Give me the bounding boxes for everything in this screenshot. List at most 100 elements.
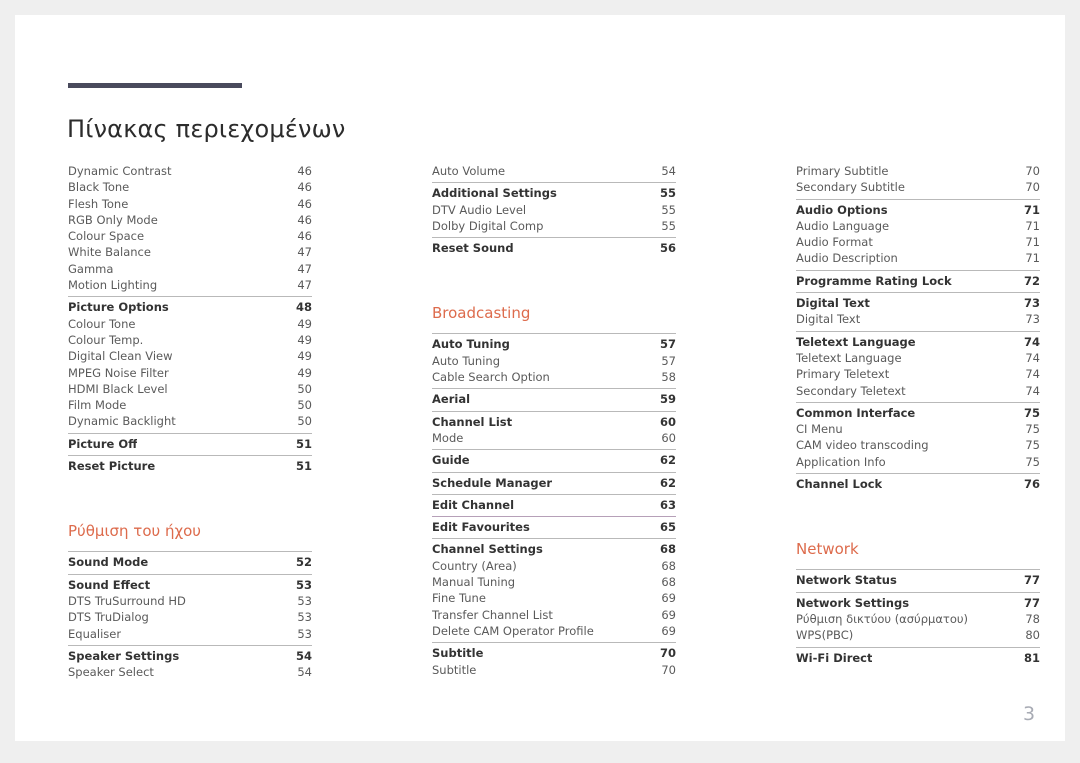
toc-entry[interactable]: DTS TruDialog 53 [68,609,312,625]
toc-entry[interactable]: Network Settings 77 [796,595,1040,611]
toc-entry[interactable]: Additional Settings 55 [432,185,676,201]
toc-entry[interactable]: Delete CAM Operator Profile 69 [432,623,676,639]
toc-entry[interactable]: Schedule Manager 62 [432,475,676,491]
toc-entry[interactable]: Auto Volume 54 [432,163,676,179]
toc-entry[interactable]: Edit Favourites 65 [432,519,676,535]
toc-entry[interactable]: Auto Tuning 57 [432,353,676,369]
toc-entry[interactable]: Audio Format 71 [796,234,1040,250]
toc-entry[interactable]: Motion Lighting 47 [68,277,312,293]
toc-entry-label: Dynamic Backlight [68,414,176,429]
toc-entry[interactable]: Application Info 75 [796,454,1040,470]
toc-entry[interactable]: Fine Tune 69 [432,590,676,606]
toc-group: Aerial 59 [432,388,676,410]
toc-column-3: Primary Subtitle 70 Secondary Subtitle 70 Au… [796,161,1040,669]
toc-entry[interactable]: Audio Options 71 [796,202,1040,218]
toc-entry-label: Colour Temp. [68,332,144,347]
toc-entry[interactable]: Sound Mode 52 [68,554,312,570]
toc-entry-label: Network Status [796,573,897,588]
toc-entry-label: Fine Tune [432,591,486,606]
toc-entry[interactable]: Reset Sound 56 [432,240,676,256]
toc-entry-page: 58 [661,370,676,385]
toc-entry[interactable]: Manual Tuning 68 [432,574,676,590]
toc-entry[interactable]: Primary Subtitle 70 [796,163,1040,179]
toc-entry[interactable]: Guide 62 [432,452,676,468]
toc-entry[interactable]: Gamma 47 [68,261,312,277]
toc-entry[interactable]: MPEG Noise Filter 49 [68,365,312,381]
toc-entry-page: 59 [659,392,676,407]
toc-entry[interactable]: White Balance 47 [68,244,312,260]
toc-entry[interactable]: Colour Tone 49 [68,316,312,332]
toc-entry[interactable]: Cable Search Option 58 [432,369,676,385]
toc-entry[interactable]: Picture Off 51 [68,436,312,452]
toc-entry-label: RGB Only Mode [68,212,158,227]
toc-entry-page: 74 [1025,383,1040,398]
toc-entry[interactable]: Dynamic Contrast 46 [68,163,312,179]
toc-entry[interactable]: Digital Clean View 49 [68,348,312,364]
toc-entry[interactable]: Transfer Channel List 69 [432,607,676,623]
toc-entry[interactable]: Wi-Fi Direct 81 [796,650,1040,666]
toc-entry[interactable]: Film Mode 50 [68,397,312,413]
toc-entry[interactable]: Auto Tuning 57 [432,336,676,352]
toc-entry-label: Ρύθμιση δικτύου (ασύρματου) [796,611,969,626]
toc-entry-page: 49 [297,316,312,331]
toc-entry[interactable]: Channel Lock 76 [796,476,1040,492]
toc-entry[interactable]: Common Interface 75 [796,405,1040,421]
toc-entry[interactable]: Programme Rating Lock 72 [796,273,1040,289]
toc-entry[interactable]: Digital Text 73 [796,311,1040,327]
toc-entry[interactable]: Colour Temp. 49 [68,332,312,348]
toc-entry[interactable]: CI Menu 75 [796,421,1040,437]
toc-entry[interactable]: Audio Description 71 [796,250,1040,266]
toc-entry[interactable]: Dynamic Backlight 50 [68,413,312,429]
toc-entry[interactable]: Secondary Teletext 74 [796,383,1040,399]
toc-entry[interactable]: Subtitle 70 [432,662,676,678]
toc-entry[interactable]: Reset Picture 51 [68,458,312,474]
toc-entry[interactable]: Network Status 77 [796,572,1040,588]
toc-entry-page: 49 [297,365,312,380]
toc-entry[interactable]: Secondary Subtitle 70 [796,179,1040,195]
toc-entry-page: 47 [297,261,312,276]
toc-entry[interactable]: Subtitle 70 [432,645,676,661]
toc-entry[interactable]: DTV Audio Level 55 [432,202,676,218]
toc-entry-page: 54 [297,665,312,680]
toc-entry[interactable]: CAM video transcoding 75 [796,437,1040,453]
toc-entry[interactable]: Channel List 60 [432,414,676,430]
toc-entry[interactable]: Picture Options 48 [68,299,312,315]
toc-group: Reset Sound 56 [432,237,676,259]
toc-entry-page: 77 [1023,573,1040,588]
toc-entry[interactable]: Speaker Select 54 [68,664,312,680]
toc-entry[interactable]: Audio Language 71 [796,218,1040,234]
toc-entry-page: 73 [1023,296,1040,311]
toc-entry[interactable]: Sound Effect 53 [68,577,312,593]
toc-entry[interactable]: Aerial 59 [432,391,676,407]
toc-entry[interactable]: DTS TruSurround HD 53 [68,593,312,609]
toc-entry[interactable]: Primary Teletext 74 [796,366,1040,382]
toc-entry-page: 74 [1025,350,1040,365]
toc-entry-label: Auto Tuning [432,337,510,352]
toc-entry-label: Common Interface [796,405,916,420]
toc-entry-label: Colour Tone [68,316,136,331]
toc-entry[interactable]: Dolby Digital Comp 55 [432,218,676,234]
toc-entry[interactable]: Colour Space 46 [68,228,312,244]
toc-entry[interactable]: Black Tone 46 [68,179,312,195]
toc-section-heading: Ρύθμιση του ήχου [68,522,201,541]
toc-entry[interactable]: Speaker Settings 54 [68,648,312,664]
toc-entry[interactable]: Teletext Language 74 [796,350,1040,366]
toc-entry-page: 53 [297,593,312,608]
toc-entry[interactable]: RGB Only Mode 46 [68,212,312,228]
toc-entry[interactable]: Edit Channel 63 [432,497,676,513]
toc-entry-label: CAM video transcoding [796,438,929,453]
toc-entry-page: 47 [297,245,312,260]
toc-group: Network Settings 77 Ρύθμιση δικτύου (ασύρμ… [796,591,1040,647]
toc-entry[interactable]: Mode 60 [432,430,676,446]
toc-entry[interactable]: Flesh Tone 46 [68,196,312,212]
toc-entry[interactable]: Channel Settings 68 [432,541,676,557]
toc-entry[interactable]: Country (Area) 68 [432,558,676,574]
toc-entry[interactable]: Digital Text 73 [796,295,1040,311]
toc-entry-label: Channel Lock [796,477,883,492]
toc-entry[interactable]: WPS(PBC) 80 [796,627,1040,643]
toc-entry[interactable]: Equaliser 53 [68,626,312,642]
toc-entry[interactable]: Teletext Language 74 [796,334,1040,350]
toc-entry[interactable]: Ρύθμιση δικτύου (ασύρματου) 78 [796,611,1040,627]
toc-entry[interactable]: HDMI Black Level 50 [68,381,312,397]
